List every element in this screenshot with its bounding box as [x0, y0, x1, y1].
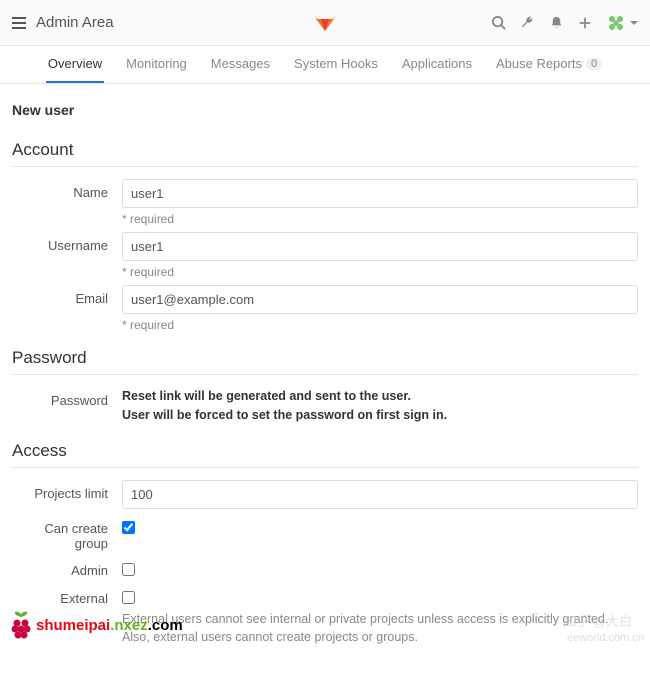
tab-monitoring[interactable]: Monitoring	[124, 46, 189, 83]
row-password: Password Reset link will be generated an…	[12, 387, 638, 425]
plus-icon[interactable]	[578, 16, 592, 30]
page-heading: New user	[12, 94, 638, 130]
section-password-title: Password	[12, 338, 638, 375]
row-username: Username * required	[12, 232, 638, 279]
password-info-2: User will be forced to set the password …	[122, 406, 638, 425]
row-can-create-group: Can create group	[12, 515, 638, 551]
menu-toggle-icon[interactable]	[12, 17, 26, 29]
row-name: Name * required	[12, 179, 638, 226]
top-bar: Admin Area	[0, 0, 650, 46]
row-projects-limit: Projects limit	[12, 480, 638, 509]
tab-abuse-reports-label: Abuse Reports	[496, 56, 582, 71]
brand-part-1: shumeipai	[36, 617, 110, 634]
username-input[interactable]	[122, 232, 638, 261]
avatar	[606, 13, 626, 33]
password-info-1: Reset link will be generated and sent to…	[122, 387, 638, 406]
tab-messages[interactable]: Messages	[209, 46, 272, 83]
can-create-group-checkbox[interactable]	[122, 521, 135, 534]
gitlab-logo-icon[interactable]	[313, 9, 337, 36]
admin-checkbox[interactable]	[122, 563, 135, 576]
brand-part-3: .com	[148, 617, 183, 634]
bell-icon[interactable]	[549, 15, 564, 30]
name-label: Name	[12, 179, 122, 226]
email-label: Email	[12, 285, 122, 332]
section-account-title: Account	[12, 130, 638, 167]
name-required: * required	[122, 212, 638, 226]
content: New user Account Name * required Usernam…	[0, 84, 650, 673]
tab-system-hooks[interactable]: System Hooks	[292, 46, 380, 83]
tab-applications[interactable]: Applications	[400, 46, 474, 83]
password-label: Password	[12, 387, 122, 425]
footer-brand: shumeipai .nxez .com	[8, 610, 183, 640]
username-label: Username	[12, 232, 122, 279]
can-create-group-label: Can create group	[12, 515, 122, 551]
watermark: 知乎 @大白	[563, 611, 632, 630]
wrench-icon[interactable]	[520, 15, 535, 30]
projects-limit-label: Projects limit	[12, 480, 122, 509]
row-email: Email * required	[12, 285, 638, 332]
chevron-down-icon	[630, 21, 638, 25]
admin-label: Admin	[12, 557, 122, 579]
name-input[interactable]	[122, 179, 638, 208]
section-access-title: Access	[12, 431, 638, 468]
tab-overview[interactable]: Overview	[46, 46, 104, 83]
watermark-2: eeworld.com.cn	[567, 632, 644, 644]
email-required: * required	[122, 318, 638, 332]
external-checkbox[interactable]	[122, 591, 135, 604]
username-required: * required	[122, 265, 638, 279]
top-left: Admin Area	[12, 14, 114, 31]
tab-abuse-reports[interactable]: Abuse Reports 0	[494, 46, 604, 83]
search-icon[interactable]	[491, 15, 506, 30]
user-menu[interactable]	[606, 13, 638, 33]
row-admin: Admin	[12, 557, 638, 579]
brand-part-2: .nxez	[110, 617, 148, 634]
email-input[interactable]	[122, 285, 638, 314]
nav-tabs: Overview Monitoring Messages System Hook…	[0, 46, 650, 84]
page-title: Admin Area	[36, 14, 114, 31]
external-help-text: External users cannot see internal or pr…	[122, 610, 638, 648]
top-right	[491, 13, 638, 33]
projects-limit-input[interactable]	[122, 480, 638, 509]
abuse-reports-badge: 0	[586, 58, 602, 70]
raspberry-icon	[8, 610, 34, 640]
